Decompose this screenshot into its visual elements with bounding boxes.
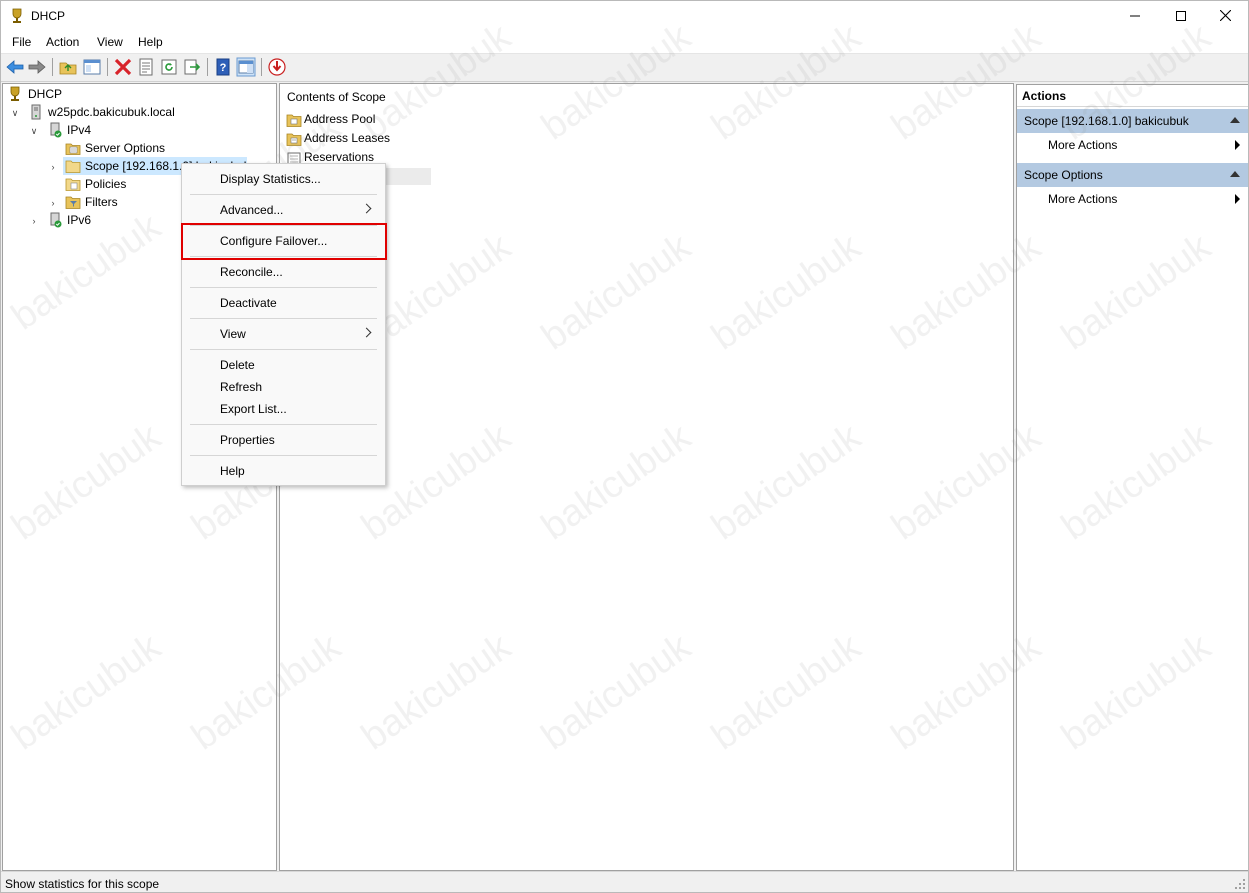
collapse-triangle-icon[interactable] [1230,117,1240,123]
tree-label: Policies [85,177,127,191]
svg-text:?: ? [220,62,227,74]
menu-item-properties[interactable]: Properties [183,429,384,451]
menu-item-label: View [220,327,246,341]
ipv4-icon [50,122,62,138]
content-header: Contents of Scope [287,90,386,104]
show-hide-tree-icon[interactable] [82,57,102,77]
actions-header: Actions [1017,85,1248,107]
menu-item-reconcile[interactable]: Reconcile... [183,261,384,283]
dhcp-app-icon [12,8,22,23]
submenu-chevron-icon [361,327,372,338]
list-item-label: Address Leases [304,131,391,145]
tree-label: IPv4 [67,123,92,137]
collapse-triangle-icon[interactable] [1230,171,1240,177]
menu-file[interactable]: File [12,35,31,49]
context-menu: Display Statistics... Advanced... Config… [181,163,386,486]
tree-label: w25pdc.bakicubuk.local [48,105,175,119]
server-options-icon [65,143,81,155]
menu-item-view[interactable]: View [183,323,384,345]
dhcp-icon [10,86,20,101]
resize-grip-icon[interactable] [1234,878,1246,890]
menu-separator [190,318,377,319]
expand-chevron-icon[interactable]: › [29,216,39,226]
close-button[interactable] [1202,1,1248,32]
collapse-chevron-icon[interactable]: ∨ [10,108,20,118]
action-more-actions[interactable]: More Actions [1017,188,1248,210]
focus-row-remnant [380,168,431,185]
window-title: DHCP [31,9,66,23]
delete-icon[interactable] [113,57,133,77]
menu-separator [190,287,377,288]
menu-separator [190,455,377,456]
collapse-chevron-icon[interactable]: ∨ [29,126,39,136]
address-leases-icon [286,133,302,146]
tree-label: Server Options [85,141,166,155]
menu-item-export-list[interactable]: Export List... [183,398,384,420]
menu-item-advanced[interactable]: Advanced... [183,199,384,221]
action-group-scope[interactable]: Scope [192.168.1.0] bakicubuk [1017,109,1248,133]
expand-chevron-icon[interactable]: › [48,162,58,172]
action-group-label: Scope [192.168.1.0] bakicubuk [1024,114,1189,128]
export-list-icon[interactable] [182,57,202,77]
policies-icon [65,178,81,191]
properties-icon[interactable] [136,57,156,77]
address-pool-icon [286,114,302,127]
maximize-icon [1176,11,1186,21]
menu-action[interactable]: Action [46,35,79,49]
submenu-arrow-icon [1235,194,1240,204]
menu-item-refresh[interactable]: Refresh [183,376,384,398]
action-group-label: Scope Options [1024,168,1103,182]
menu-separator [190,424,377,425]
menu-separator [190,194,377,195]
action-item-label: More Actions [1048,138,1118,152]
server-icon [31,104,41,120]
minimize-icon [1130,15,1140,17]
submenu-chevron-icon [361,203,372,214]
back-arrow-icon[interactable] [5,57,25,77]
status-text: Show statistics for this scope [5,877,160,891]
expand-chevron-icon[interactable]: › [48,198,58,208]
highlight-box [181,223,387,260]
content-pane: Contents of Scope Address Pool Address L… [279,83,1014,871]
menu-separator [190,349,377,350]
actions-pane: Actions Scope [192.168.1.0] bakicubuk Mo… [1016,84,1248,871]
menu-item-help[interactable]: Help [183,460,384,482]
refresh-icon[interactable] [159,57,179,77]
filters-icon [65,196,81,209]
show-hide-action-pane-icon[interactable] [236,57,256,77]
action-item-label: More Actions [1048,192,1118,206]
minimize-button[interactable] [1112,1,1158,32]
up-folder-icon[interactable] [58,57,78,77]
toolbar-separator [261,58,262,76]
list-item-label: Address Pool [304,112,376,126]
dhcp-window: DHCP File Action View Help ? DHCP ∨ w25p… [0,0,1249,893]
scope-folder-icon [65,160,81,173]
menu-item-deactivate[interactable]: Deactivate [183,292,384,314]
tree-label: Filters [85,195,118,209]
action-more-actions[interactable]: More Actions [1017,134,1248,156]
menu-help[interactable]: Help [138,35,163,49]
forward-arrow-icon[interactable] [27,57,47,77]
menu-view[interactable]: View [97,35,123,49]
submenu-arrow-icon [1235,140,1240,150]
toolbar-separator [207,58,208,76]
action-group-scope-options[interactable]: Scope Options [1017,163,1248,187]
tree-label: DHCP [28,87,63,101]
close-icon [1219,9,1231,22]
menu-item-delete[interactable]: Delete [183,354,384,376]
toolbar-separator [107,58,108,76]
ipv6-icon [50,212,62,228]
status-bar: Show statistics for this scope [1,871,1248,892]
deactivate-icon[interactable] [267,57,287,77]
title-bar: DHCP [1,1,1248,32]
menu-item-display-statistics[interactable]: Display Statistics... [183,168,384,190]
maximize-button[interactable] [1158,1,1204,32]
tree-label: IPv6 [67,213,92,227]
menu-bar: File Action View Help [1,32,1248,54]
help-icon[interactable]: ? [213,57,233,77]
toolbar-separator [52,58,53,76]
menu-item-label: Advanced... [220,203,284,217]
toolbar: ? [1,54,1248,82]
